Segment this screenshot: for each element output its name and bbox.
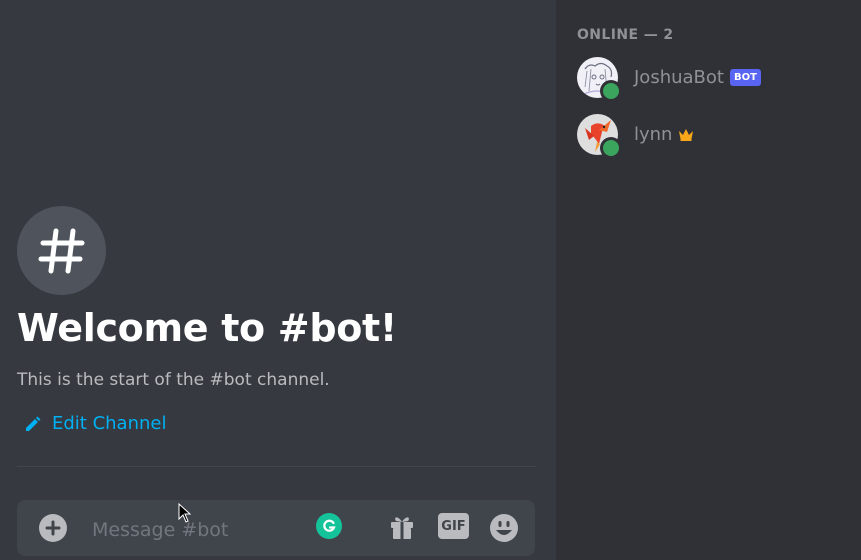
gift-icon[interactable] <box>388 513 416 541</box>
hashtag-icon <box>38 228 84 273</box>
online-status-icon <box>603 82 619 99</box>
avatar <box>577 113 619 156</box>
mouse-cursor-icon <box>178 503 192 523</box>
emoji-icon[interactable] <box>489 513 519 543</box>
members-online-header: ONLINE — 2 <box>577 27 674 43</box>
add-attachment-button[interactable] <box>39 514 67 542</box>
welcome-title: Welcome to #bot! <box>17 306 397 350</box>
welcome-subtitle: This is the start of the #bot channel. <box>17 370 330 390</box>
bot-tag: BOT <box>729 68 761 86</box>
avatar <box>577 56 619 99</box>
grammarly-button[interactable] <box>316 513 342 539</box>
member-joshuabot[interactable]: JoshuaBot BOT <box>577 55 847 99</box>
message-composer: GIF <box>17 500 535 556</box>
plus-icon <box>45 520 61 536</box>
grammarly-icon <box>323 519 336 532</box>
member-name: lynn <box>634 123 673 145</box>
gif-button[interactable]: GIF <box>438 513 469 539</box>
member-lynn[interactable]: lynn <box>577 112 847 156</box>
member-list: ONLINE — 2 JoshuaBot BOT lynn <box>556 0 861 560</box>
pencil-icon <box>26 416 41 431</box>
divider <box>17 466 536 467</box>
message-input[interactable] <box>90 514 304 546</box>
chat-area: Welcome to #bot! This is the start of th… <box>0 0 556 560</box>
edit-channel-label: Edit Channel <box>52 413 167 434</box>
edit-channel-button[interactable]: Edit Channel <box>24 413 166 434</box>
online-status-icon <box>603 139 619 156</box>
crown-icon <box>679 129 694 141</box>
member-name: JoshuaBot <box>634 66 724 88</box>
channel-hash-avatar <box>17 206 106 295</box>
